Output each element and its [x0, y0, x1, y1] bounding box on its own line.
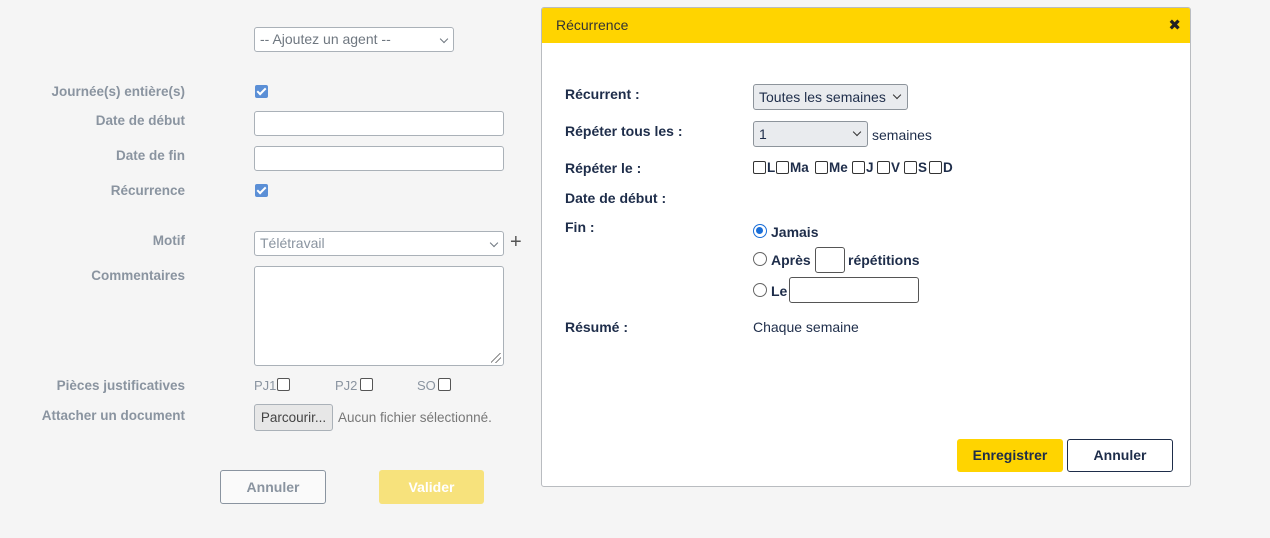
- full-day-checkbox[interactable]: [255, 85, 268, 98]
- recurrence-label: Récurrence: [110, 183, 185, 198]
- resize-grip-icon[interactable]: [491, 353, 501, 363]
- day-label-me: Me: [829, 160, 848, 175]
- recurrent-label: Récurrent :: [565, 86, 640, 102]
- browse-button[interactable]: Parcourir...: [254, 404, 333, 431]
- recurrent-select-value: Toutes les semaines: [759, 89, 886, 105]
- day-label-v: V: [891, 160, 901, 175]
- end-never-radio[interactable]: [753, 224, 767, 238]
- end-date-label: Date de fin: [115, 148, 185, 163]
- attachments-label: Pièces justificatives: [56, 378, 185, 393]
- form-validate-button[interactable]: Valider: [379, 470, 484, 504]
- day-label-ma: Ma: [790, 160, 809, 175]
- end-date-input[interactable]: [254, 146, 504, 171]
- pj1-checkbox[interactable]: [277, 378, 290, 391]
- day-checkbox-v[interactable]: [877, 161, 890, 174]
- motif-select-value: Télétravail: [260, 235, 325, 251]
- chevron-down-icon: [892, 90, 902, 100]
- pj2-label: PJ2: [335, 378, 358, 393]
- comments-label: Commentaires: [91, 268, 185, 283]
- day-label-s: S: [918, 160, 928, 175]
- summary-value: Chaque semaine: [753, 319, 859, 335]
- repeat-on-label: Répéter le :: [565, 160, 642, 176]
- agent-select[interactable]: -- Ajoutez un agent --: [254, 27, 454, 52]
- save-button[interactable]: Enregistrer: [957, 439, 1063, 472]
- end-on-label: Le: [771, 283, 788, 299]
- day-checkbox-ma[interactable]: [776, 161, 789, 174]
- agent-select-value: -- Ajoutez un agent --: [260, 31, 391, 47]
- chevron-down-icon: [439, 34, 449, 44]
- pj1-label: PJ1: [254, 378, 277, 393]
- recurrent-select[interactable]: Toutes les semaines: [753, 84, 908, 110]
- summary-label: Résumé :: [565, 319, 629, 335]
- repeat-every-unit: semaines: [872, 127, 932, 143]
- day-checkbox-j[interactable]: [852, 161, 865, 174]
- motif-select[interactable]: Télétravail: [254, 231, 504, 256]
- start-date-label-modal: Date de début :: [565, 190, 667, 206]
- day-checkbox-me[interactable]: [815, 161, 828, 174]
- repeat-every-select[interactable]: 1: [753, 121, 868, 147]
- end-date-field[interactable]: [789, 277, 919, 303]
- end-after-label: Après: [771, 252, 811, 268]
- modal-title: Récurrence: [556, 17, 629, 33]
- no-file-text: Aucun fichier sélectionné.: [338, 410, 492, 425]
- day-label-l: L: [767, 160, 776, 175]
- day-checkbox-d[interactable]: [929, 161, 942, 174]
- modal-cancel-button[interactable]: Annuler: [1067, 439, 1173, 472]
- day-checkbox-s[interactable]: [904, 161, 917, 174]
- end-after-radio[interactable]: [753, 252, 767, 266]
- day-checkbox-l[interactable]: [753, 161, 766, 174]
- chevron-down-icon: [489, 238, 499, 248]
- attach-doc-label: Attacher un document: [41, 408, 185, 423]
- add-motif-icon[interactable]: +: [510, 231, 522, 253]
- start-date-input[interactable]: [254, 111, 504, 136]
- repetitions-input[interactable]: [815, 247, 845, 273]
- motif-label: Motif: [152, 233, 185, 248]
- recurrence-checkbox[interactable]: [255, 184, 268, 197]
- chevron-down-icon: [852, 127, 862, 137]
- pj2-checkbox[interactable]: [360, 378, 373, 391]
- repeat-every-value: 1: [759, 126, 767, 142]
- full-day-label: Journée(s) entière(s): [51, 84, 185, 99]
- day-label-j: J: [866, 160, 874, 175]
- end-never-label: Jamais: [771, 224, 819, 240]
- repetitions-label: répétitions: [848, 252, 920, 268]
- repeat-every-label: Répéter tous les :: [565, 123, 683, 139]
- form-cancel-button[interactable]: Annuler: [220, 470, 326, 504]
- close-icon[interactable]: ✖: [1168, 16, 1181, 34]
- recurrence-modal: Récurrence ✖ Récurrent : Toutes les sema…: [541, 7, 1191, 487]
- day-label-d: D: [943, 160, 953, 175]
- so-checkbox[interactable]: [438, 378, 451, 391]
- end-on-radio[interactable]: [753, 283, 767, 297]
- so-label: SO: [417, 378, 436, 393]
- modal-header: Récurrence ✖: [542, 8, 1190, 43]
- end-label: Fin :: [565, 219, 595, 235]
- comments-textarea[interactable]: [254, 266, 504, 366]
- start-date-label: Date de début: [95, 113, 185, 128]
